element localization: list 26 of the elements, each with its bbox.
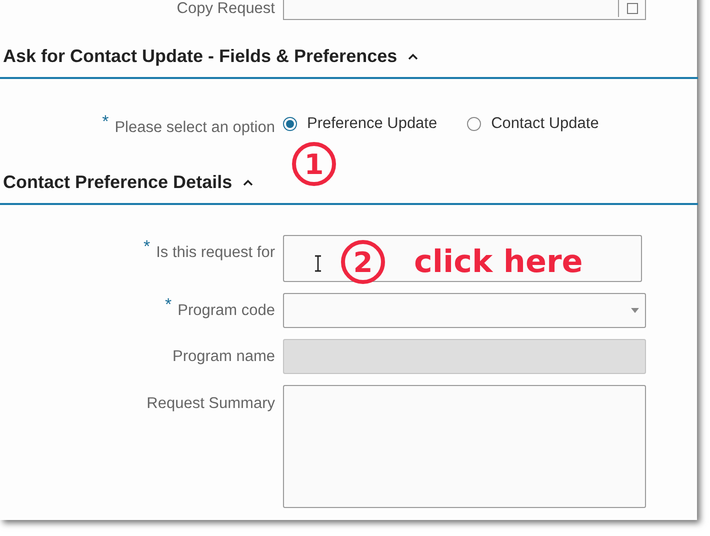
step-number-badge: 2 [341,240,385,284]
radio-button[interactable] [467,117,482,131]
text-area[interactable] [283,385,646,508]
input-field[interactable] [283,235,642,282]
required-mark: * [165,296,172,316]
text-cursor-icon [314,255,322,272]
collapse-icon[interactable] [407,52,420,60]
required-mark: * [143,238,150,258]
caret-icon [631,308,639,313]
radio-option[interactable]: Contact Update [467,115,599,133]
dropdown-field[interactable] [283,293,646,328]
step-number-badge: 1 [292,142,336,186]
radio-button[interactable] [283,117,297,131]
radio-option[interactable]: Preference Update [283,115,438,133]
required-mark: * [102,113,109,133]
field-label: Request Summary [146,395,275,413]
field-label: Program code [178,302,275,320]
field-label: Please select an option [114,119,275,137]
collapse-icon[interactable] [242,178,254,186]
section-title: Ask for Contact Update - Fields & Preferences [3,46,398,67]
section-title: Contact Preference Details [3,172,232,193]
date-field[interactable] [283,0,646,20]
annotation-text: click here [414,244,583,280]
field-label: Is this request for [156,244,275,262]
field-label: Copy Request [176,0,275,19]
field-label: Program name [172,348,275,366]
